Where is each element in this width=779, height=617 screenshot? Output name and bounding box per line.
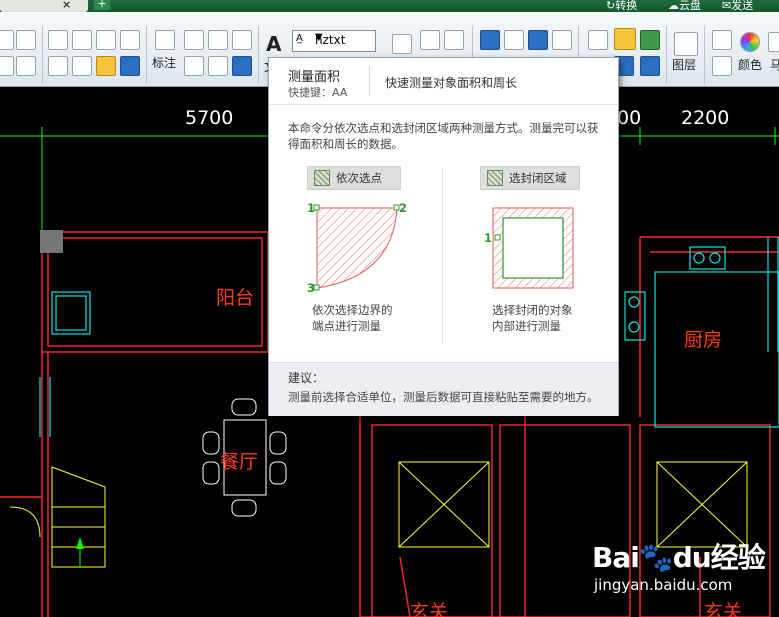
scale-icon[interactable] xyxy=(504,30,524,50)
gear-icon[interactable] xyxy=(48,56,68,76)
brand-text-c: 经验 xyxy=(710,541,766,574)
lineweight-icon[interactable] xyxy=(712,56,732,76)
measure-area-icon[interactable] xyxy=(614,28,636,50)
hatch-tool-icon[interactable] xyxy=(96,56,116,76)
rectangle-tool-icon[interactable] xyxy=(0,30,14,50)
tooltip-footer: 建议： 测量前选择合适单位，测量后数据可直接粘贴至需要的地方。 xyxy=(269,362,618,416)
tooltip-shortcut: 快捷键：AA xyxy=(288,86,348,99)
new-tab-button[interactable]: + xyxy=(94,0,110,10)
chevron-down-icon: ▼ xyxy=(315,32,323,43)
point-label-1: 1 xyxy=(307,201,316,215)
color-label[interactable]: 颜色 xyxy=(738,56,762,73)
column-block xyxy=(40,230,63,253)
angle-dim-icon[interactable] xyxy=(208,30,228,50)
region-mode-icon xyxy=(487,170,503,186)
cut-icon[interactable] xyxy=(444,30,464,50)
dimension-text: 2200 xyxy=(681,107,730,129)
dimension-icon[interactable] xyxy=(155,30,175,50)
baidu-jingyan-watermark: Bai🐾du经验 jingyan.baidu.com xyxy=(592,536,779,606)
measure-illustrations xyxy=(313,204,574,291)
fillet-tool-icon[interactable] xyxy=(96,30,116,50)
insert-icon[interactable] xyxy=(640,56,660,76)
paw-icon: 🐾 xyxy=(638,541,674,574)
rotate-icon[interactable] xyxy=(528,30,548,50)
mode-region-label: 选封闭区域 xyxy=(509,171,567,185)
tab-close-icon[interactable]: × xyxy=(62,0,71,11)
brand-text-b: du xyxy=(672,541,712,574)
point-label-2: 2 xyxy=(399,201,408,215)
dimension-text: 5700 xyxy=(185,107,234,129)
copy-icon[interactable] xyxy=(420,30,440,50)
more-icon[interactable] xyxy=(768,32,779,52)
room-label-dining: 餐厅 xyxy=(220,451,259,473)
point-label-3: 3 xyxy=(307,281,316,295)
tooltip-header: 测量面积 快捷键：AA 快速测量对象面积和周长 xyxy=(269,58,618,105)
watermark-brand: Bai🐾du经验 xyxy=(592,536,766,576)
settings-icon[interactable] xyxy=(232,56,252,76)
send-label: 发送 xyxy=(731,0,754,12)
region-caption: 内部进行测量 xyxy=(492,319,561,333)
convert-label: 转换 xyxy=(615,0,638,12)
region-caption: 选择封闭的对象 xyxy=(492,303,573,317)
centerline-tool-icon[interactable] xyxy=(72,30,92,50)
radius-dim-icon[interactable] xyxy=(208,56,228,76)
font-icon: A̲ xyxy=(296,33,303,44)
suggestion-heading: 建议： xyxy=(288,371,325,385)
layer-label[interactable]: 图层 xyxy=(672,56,696,73)
spline-tool-icon[interactable] xyxy=(120,30,140,50)
up-arrow-mark xyxy=(76,537,84,549)
dimension-text: 00 xyxy=(617,107,642,129)
array-icon[interactable] xyxy=(552,30,572,50)
points-caption: 依次选择边界的 xyxy=(312,303,393,317)
mode-divider xyxy=(442,168,443,344)
suggestion-text: 测量前选择合适单位，测量后数据可直接粘贴至需要的地方。 xyxy=(288,390,599,404)
fill-tool-icon[interactable] xyxy=(120,56,140,76)
mode-region-badge: 选封闭区域 xyxy=(480,166,580,190)
mode-points-badge: 依次选点 xyxy=(307,166,401,190)
tooltip-title: 测量面积 xyxy=(288,70,341,85)
points-mode-icon xyxy=(314,170,330,186)
brand-text-a: Bai xyxy=(592,541,640,574)
linetype-icon[interactable] xyxy=(712,30,732,50)
room-label-entry: 玄关 xyxy=(410,601,449,617)
diagonal-tool-icon[interactable] xyxy=(16,56,36,76)
aligned-dim-icon[interactable] xyxy=(184,30,204,50)
document-tab-bar: × + ↻转换 ☁云盘 ✉发送 xyxy=(0,0,779,12)
region-point-label: 1 xyxy=(484,231,493,245)
tooltip-summary: 快速测量对象面积和周长 xyxy=(385,76,518,90)
dashline-tool-icon[interactable] xyxy=(48,30,68,50)
color-wheel-icon[interactable] xyxy=(740,32,760,52)
leader-icon[interactable] xyxy=(184,56,204,76)
arrow-tool-icon[interactable] xyxy=(0,56,14,76)
room-label-balcony: 阳台 xyxy=(216,287,255,309)
points-diagram xyxy=(313,204,400,291)
header-divider xyxy=(369,66,370,96)
points-caption: 端点进行测量 xyxy=(312,319,381,333)
move-icon[interactable] xyxy=(480,30,500,50)
text-tool-icon[interactable]: A xyxy=(266,32,281,56)
measure-area-tooltip: 测量面积 快捷键：AA 快速测量对象面积和周长 本命令分依次选点和选封闭区域两种… xyxy=(268,57,619,416)
document-tab[interactable] xyxy=(0,0,88,12)
mode-points-label: 依次选点 xyxy=(336,171,382,185)
cloud-label: 云盘 xyxy=(679,0,701,12)
layer-icon[interactable] xyxy=(674,32,698,56)
region-diagram xyxy=(492,207,574,289)
baseline-dim-icon[interactable] xyxy=(232,30,252,50)
tooltip-description: 本命令分依次选点和选封闭区域两种测量方式。测量完可以获得面积和周长的数据。 xyxy=(288,121,599,151)
room-label-kitchen: 厨房 xyxy=(684,329,723,351)
watermark-url: jingyan.baidu.com xyxy=(594,576,733,594)
ellipse-tool-icon[interactable] xyxy=(16,30,36,50)
edit-text-icon[interactable] xyxy=(392,34,412,54)
annotate-label[interactable]: 标注 xyxy=(152,54,176,71)
pencil-icon[interactable] xyxy=(640,30,660,50)
text-style-select[interactable]: A̲ hztxt ▼ xyxy=(292,30,376,52)
extra-label: 马 xyxy=(770,58,779,72)
measure-distance-icon[interactable] xyxy=(588,30,608,50)
circle-tool-icon[interactable] xyxy=(72,56,92,76)
